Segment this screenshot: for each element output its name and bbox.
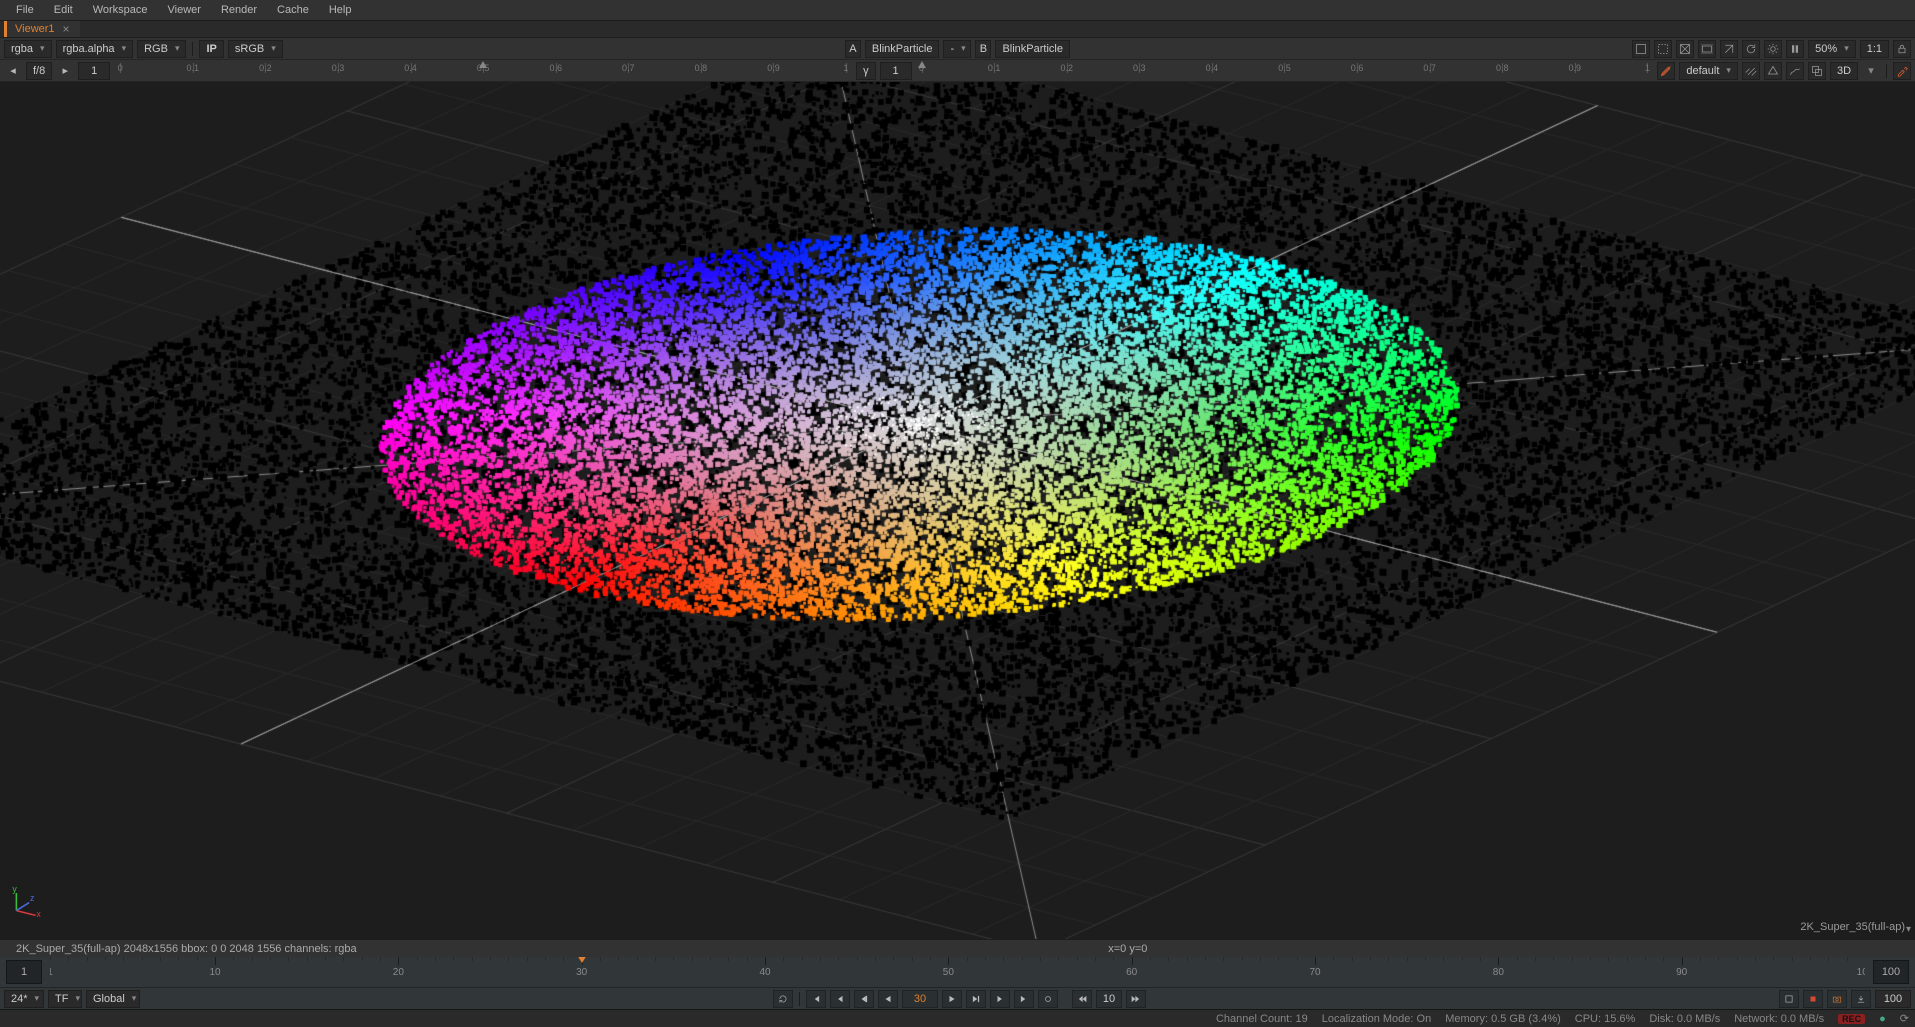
status-network: Network: 0.0 MB/s (1734, 1013, 1824, 1025)
clip-icon[interactable] (1657, 62, 1675, 80)
histogram-icon[interactable] (1786, 62, 1804, 80)
tab-label: Viewer1 (15, 23, 55, 35)
colorspace-select[interactable]: sRGB (228, 40, 283, 58)
tabstrip: Viewer1 × (0, 20, 1915, 38)
status-disk: Disk: 0.0 MB/s (1649, 1013, 1720, 1025)
fstop-slider[interactable]: 00.10.20.30.40.50.60.70.80.91 (120, 60, 846, 81)
menu-cache[interactable]: Cache (267, 1, 319, 19)
wipe-icon[interactable] (1720, 40, 1738, 58)
layer-select[interactable]: rgba (4, 40, 52, 58)
status-memory: Memory: 0.5 GB (3.4%) (1445, 1013, 1561, 1025)
skip-back-icon[interactable] (1072, 990, 1092, 1008)
fstop-label[interactable]: f/8 (26, 62, 52, 80)
status-dot-icon: ● (1879, 1013, 1886, 1025)
compare-b-node[interactable]: BlinkParticle (995, 40, 1070, 58)
status-refresh-icon[interactable]: ⟳ (1900, 1012, 1909, 1025)
gamma-slider[interactable]: 00.10.20.30.40.50.60.70.80.91 (922, 60, 1648, 81)
timeline-out[interactable]: 100 (1873, 960, 1909, 984)
sync-field[interactable]: Global (86, 990, 140, 1008)
info-format: 2K_Super_35(full-ap) 2048x1556 bbox: 0 0… (16, 943, 357, 955)
roi-icon[interactable] (1654, 40, 1672, 58)
prev-key-icon[interactable] (830, 990, 850, 1008)
overlay-icon[interactable] (1808, 62, 1826, 80)
zoom-select[interactable]: 50% (1808, 40, 1856, 58)
tf-field[interactable]: TF (48, 990, 82, 1008)
toolbar-channels: rgba rgba.alpha RGB IP sRGB A BlinkParti… (0, 38, 1915, 60)
refresh-icon[interactable] (1742, 40, 1760, 58)
menu-render[interactable]: Render (211, 1, 267, 19)
step-fwd-icon[interactable] (966, 990, 986, 1008)
gamma-label[interactable]: γ (856, 62, 876, 80)
step-back-icon[interactable] (854, 990, 874, 1008)
status-cpu: CPU: 15.6% (1575, 1013, 1636, 1025)
fstop-value[interactable]: 1 (78, 62, 110, 80)
chevron-down-icon[interactable]: ▾ (1906, 924, 1911, 935)
menu-edit[interactable]: Edit (44, 1, 83, 19)
snapshot-icon[interactable] (1827, 990, 1847, 1008)
close-icon[interactable]: × (63, 22, 70, 36)
range-end-field[interactable]: 100 (1875, 990, 1911, 1008)
viewer[interactable]: y x z 2K_Super_35(full-ap) ▾ (0, 82, 1915, 939)
menu-help[interactable]: Help (319, 1, 362, 19)
first-frame-icon[interactable] (806, 990, 826, 1008)
separator (192, 42, 193, 56)
info-coord: x=0 y=0 (1108, 943, 1147, 955)
fps-field[interactable]: 24* (4, 990, 44, 1008)
menubar: File Edit Workspace Viewer Render Cache … (0, 0, 1915, 20)
next-key-icon[interactable] (990, 990, 1010, 1008)
compare-a-button[interactable]: A (845, 40, 861, 58)
stop-icon[interactable] (1038, 990, 1058, 1008)
compare-a-node[interactable]: BlinkParticle (865, 40, 940, 58)
frame-field[interactable]: 30 (902, 990, 938, 1008)
compare-b-button[interactable]: B (975, 40, 991, 58)
eyedrop-icon[interactable] (1893, 62, 1911, 80)
viewer-infobar: 2K_Super_35(full-ap) 2048x1556 bbox: 0 0… (0, 939, 1915, 957)
tab-viewer1[interactable]: Viewer1 × (4, 21, 80, 37)
separator (799, 992, 800, 1006)
alpha-select[interactable]: rgba.alpha (56, 40, 134, 58)
lut-preset[interactable]: default (1679, 62, 1738, 80)
play-fwd-icon[interactable] (942, 990, 962, 1008)
prev-frame-icon[interactable]: ◂ (4, 62, 22, 80)
mode3d-toggle[interactable]: 3D (1830, 62, 1858, 80)
status-channel-count: Channel Count: 19 (1216, 1013, 1308, 1025)
colourmode-select[interactable]: RGB (137, 40, 186, 58)
zebra-icon[interactable] (1742, 62, 1760, 80)
menu-file[interactable]: File (6, 1, 44, 19)
timeline-in[interactable]: 1 (6, 960, 42, 984)
record-icon[interactable] (1803, 990, 1823, 1008)
overscan-icon[interactable] (1698, 40, 1716, 58)
timeline: 1 110203040506070809010030 100 (0, 957, 1915, 987)
play-back-icon[interactable] (878, 990, 898, 1008)
toolbar-exposure: ◂ f/8 ▸ 1 00.10.20.30.40.50.60.70.80.91 … (0, 60, 1915, 82)
gamut-icon[interactable] (1764, 62, 1782, 80)
status-rec-badge: REC (1838, 1014, 1865, 1024)
skip-fwd-icon[interactable] (1126, 990, 1146, 1008)
proxy-icon[interactable] (1676, 40, 1694, 58)
next-frame-icon[interactable]: ▸ (56, 62, 74, 80)
gamma-value[interactable]: 1 (880, 62, 912, 80)
separator (1886, 64, 1887, 78)
fullscreen-icon[interactable] (1779, 990, 1799, 1008)
ratio-button[interactable]: 1:1 (1860, 40, 1889, 58)
compare-a-suffix[interactable]: - (943, 40, 971, 58)
last-frame-icon[interactable] (1014, 990, 1034, 1008)
dropdown-icon[interactable]: ▾ (1862, 62, 1880, 80)
region-icon[interactable] (1632, 40, 1650, 58)
viewport-canvas[interactable] (0, 82, 1915, 939)
menu-viewer[interactable]: Viewer (158, 1, 211, 19)
statusbar: Channel Count: 19 Localization Mode: On … (0, 1009, 1915, 1027)
settings-icon[interactable] (1764, 40, 1782, 58)
lock-zoom-icon[interactable] (1893, 40, 1911, 58)
playbar: 24* TF Global 30 10 100 (0, 987, 1915, 1009)
pause-icon[interactable] (1786, 40, 1804, 58)
ip-toggle[interactable]: IP (199, 40, 223, 58)
format-label: 2K_Super_35(full-ap) (1800, 921, 1905, 933)
timeline-track[interactable]: 110203040506070809010030 (50, 957, 1865, 987)
skip-field[interactable]: 10 (1096, 990, 1122, 1008)
status-localization: Localization Mode: On (1322, 1013, 1431, 1025)
loop-mode-icon[interactable] (773, 990, 793, 1008)
menu-workspace[interactable]: Workspace (83, 1, 158, 19)
export-icon[interactable] (1851, 990, 1871, 1008)
